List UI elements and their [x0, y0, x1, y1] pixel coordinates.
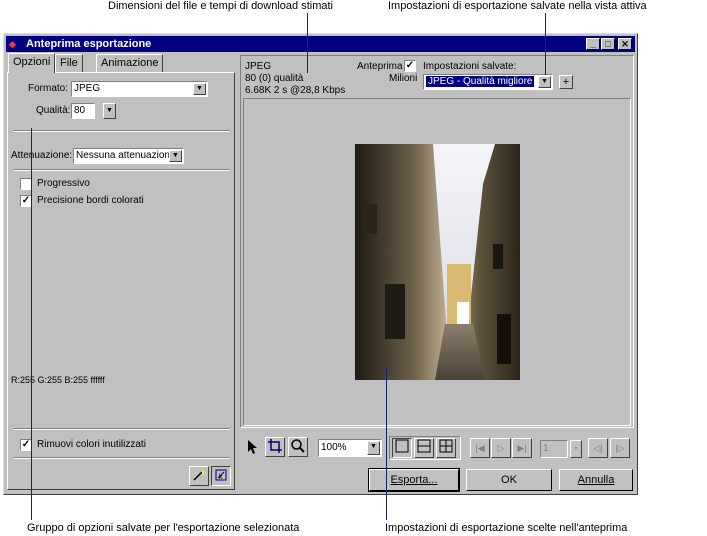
chevron-down-icon[interactable]: ▼ — [367, 441, 380, 455]
tab-file[interactable]: File — [55, 54, 83, 72]
crop-icon — [268, 439, 282, 453]
preview-checkbox[interactable]: ✓ — [404, 60, 416, 72]
optimize-size-icon: k — [215, 469, 227, 481]
crop-tool[interactable] — [265, 437, 285, 457]
sharpen-label: Precisione bordi colorati — [37, 195, 144, 206]
frame-value: 1 — [543, 443, 549, 454]
callout-preview-settings: Impostazioni di esportazione scelte nell… — [385, 522, 628, 534]
preview-image — [355, 144, 520, 380]
four-views-button[interactable] — [436, 438, 456, 458]
preview-size-info: 6.68K 2 s @28,8 Kbps — [245, 85, 346, 96]
export-preview-window: ◆ Anteprima esportazione _ □ ✕ Opzioni F… — [3, 33, 638, 495]
callout-file-size: Dimensioni del file e tempi di download … — [108, 0, 333, 12]
smoothing-value: Nessuna attenuazion — [76, 150, 170, 161]
quality-input[interactable]: 80 — [71, 103, 95, 119]
export-button-label: Esporta... — [390, 474, 438, 486]
saved-settings-value: JPEG - Qualità migliore — [426, 76, 535, 87]
saved-settings-select[interactable]: JPEG - Qualità migliore ▼ — [423, 74, 553, 90]
preview-panel: JPEG 80 (0) qualità 6.68K 2 s @28,8 Kbps… — [240, 55, 634, 428]
cancel-button-label: Annulla — [577, 474, 615, 486]
svg-text:k: k — [219, 474, 223, 481]
magic-wand-icon — [193, 469, 205, 481]
single-view-icon — [395, 439, 409, 453]
format-select[interactable]: JPEG ▼ — [71, 81, 208, 97]
title-bar: ◆ Anteprima esportazione _ □ ✕ — [6, 36, 635, 52]
callout-option-group: Gruppo di opzioni salvate per l'esportaz… — [27, 522, 300, 534]
close-button[interactable]: ✕ — [618, 38, 632, 50]
callout-line — [386, 368, 387, 520]
smoothing-select[interactable]: Nessuna attenuazion ▼ — [73, 148, 184, 164]
frame-input[interactable]: 1 — [540, 440, 568, 458]
callout-saved-settings: Impostazioni di esportazione salvate nel… — [388, 0, 647, 12]
color-readout: R:255 G:255 B:255 ffffff — [11, 375, 105, 385]
quality-value: 80 — [74, 105, 86, 116]
frame-dropdown-button[interactable]: ▪ — [570, 440, 582, 458]
tab-animazione[interactable]: Animazione — [96, 54, 164, 72]
four-views-icon — [439, 439, 453, 453]
chevron-down-icon[interactable]: ▼ — [169, 150, 182, 162]
options-panel: Formato: JPEG ▼ Qualità: 80 ▼ Attenuazio… — [7, 72, 235, 490]
saved-settings-label: Impostazioni salvate: — [423, 61, 517, 72]
last-frame-button[interactable]: ▶| — [512, 438, 532, 458]
pointer-tool[interactable] — [242, 437, 260, 457]
callout-line — [545, 13, 546, 75]
callout-line — [307, 13, 308, 73]
prev-frame-button[interactable]: ◁| — [588, 438, 608, 458]
zoom-value: 100% — [321, 442, 347, 453]
zoom-tool[interactable] — [288, 437, 308, 457]
single-view-button[interactable] — [392, 438, 412, 458]
format-label: Formato: — [28, 83, 69, 94]
minimize-button[interactable]: _ — [586, 38, 600, 50]
divider — [14, 457, 230, 459]
optimize-wizard-button[interactable] — [189, 466, 209, 486]
quality-dropdown-button[interactable]: ▼ — [103, 103, 116, 119]
pointer-icon — [248, 440, 257, 454]
preview-toggle-label: Anteprima — [357, 61, 403, 72]
preview-canvas — [243, 98, 631, 426]
two-views-icon — [417, 439, 431, 453]
play-button[interactable]: ▷ — [491, 438, 511, 458]
maximize-button[interactable]: □ — [601, 38, 615, 50]
preview-quality-info: 80 (0) qualità — [245, 73, 304, 84]
cancel-button[interactable]: Annulla — [559, 469, 633, 491]
zoom-select[interactable]: 100% ▼ — [318, 439, 382, 457]
progressive-label: Progressivo — [37, 178, 90, 189]
preview-format: JPEG — [245, 61, 272, 72]
divider — [14, 169, 230, 171]
divider — [14, 130, 230, 132]
preview-colors: Milioni — [389, 73, 418, 84]
chevron-down-icon[interactable]: ▼ — [193, 83, 206, 95]
format-value: JPEG — [74, 83, 101, 94]
ok-button[interactable]: OK — [466, 469, 552, 491]
remove-unused-label: Rimuovi colori inutilizzati — [37, 439, 146, 450]
smoothing-label: Attenuazione: — [11, 150, 73, 161]
chevron-down-icon[interactable]: ▼ — [538, 76, 551, 88]
quality-label: Qualità: — [36, 105, 71, 116]
divider — [14, 428, 230, 430]
magnifier-icon — [291, 439, 305, 453]
tab-opzioni[interactable]: Opzioni — [8, 53, 56, 73]
add-settings-button[interactable]: + — [559, 75, 573, 89]
callout-line — [31, 128, 32, 520]
optimize-size-button[interactable]: k — [211, 466, 231, 486]
export-button[interactable]: Esporta... — [368, 468, 460, 492]
first-frame-button[interactable]: |◀ — [470, 438, 490, 458]
window-title: Anteprima esportazione — [26, 38, 152, 50]
next-frame-button[interactable]: |▷ — [610, 438, 630, 458]
app-icon: ◆ — [9, 39, 16, 49]
two-views-button[interactable] — [414, 438, 434, 458]
